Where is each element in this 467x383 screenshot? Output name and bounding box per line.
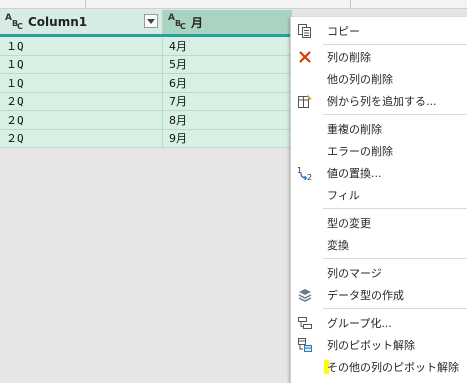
table-row: １Q 5月 (0, 55, 292, 74)
table-cell[interactable]: ２Q (0, 129, 163, 148)
table-row: ２Q 8月 (0, 111, 292, 130)
column-header-label: 月 (191, 15, 204, 30)
column-header-month[interactable]: ABC 月 (163, 10, 292, 34)
menu-item-label: 型の変更 (327, 217, 371, 230)
menu-item-change-type[interactable]: 型の変更 (291, 213, 467, 233)
copy-icon (297, 23, 313, 39)
table-row: １Q 6月 (0, 74, 292, 93)
table-cell[interactable]: 8月 (163, 111, 292, 130)
menu-item-unpivot-columns[interactable]: 列のピボット解除 (291, 335, 467, 355)
table-cell[interactable]: １Q (0, 37, 163, 56)
menu-separator (323, 308, 467, 309)
menu-item-label: その他の列のピボット解除 (327, 361, 459, 374)
table-row: １Q 4月 (0, 37, 292, 56)
menu-separator (323, 208, 467, 209)
menu-item-unpivot-other-columns[interactable]: その他の列のピボット解除 (291, 357, 467, 377)
text-type-icon[interactable]: ABC (167, 12, 187, 32)
table-cell[interactable]: 5月 (163, 55, 292, 74)
table-cell[interactable]: 9月 (163, 129, 292, 148)
column-from-examples-icon (297, 93, 313, 109)
column-header-column1[interactable]: ABC Column1 (0, 10, 163, 34)
menu-item-label: 列の削除 (327, 51, 371, 64)
menu-item-label: 他の列の削除 (327, 73, 393, 86)
data-type-icon (297, 287, 313, 303)
table-cell[interactable]: 4月 (163, 37, 292, 56)
divider (85, 0, 86, 8)
menu-separator (323, 44, 467, 45)
menu-item-transform[interactable]: 変換 (291, 235, 467, 255)
divider (350, 0, 351, 8)
svg-text:2: 2 (307, 173, 312, 181)
menu-item-label: 列のピボット解除 (327, 339, 415, 352)
table-cell[interactable]: １Q (0, 55, 163, 74)
menu-item-merge-columns[interactable]: 列のマージ (291, 263, 467, 283)
menu-item-copy[interactable]: コピー (291, 21, 467, 41)
menu-item-label: グループ化... (327, 317, 392, 330)
column-filter-dropdown-button[interactable] (144, 14, 158, 28)
unpivot-icon (297, 337, 313, 353)
menu-item-fill[interactable]: フィル (291, 185, 467, 205)
table-row: ２Q 7月 (0, 92, 292, 111)
menu-item-create-data-type[interactable]: データ型の作成 (291, 285, 467, 305)
menu-item-label: 列のマージ (327, 267, 382, 280)
chevron-down-icon (147, 18, 155, 24)
menu-item-remove-other-columns[interactable]: 他の列の削除 (291, 69, 467, 89)
column-header-label: Column1 (28, 15, 88, 29)
table-cell[interactable]: 6月 (163, 74, 292, 93)
table-cell[interactable]: ２Q (0, 92, 163, 111)
menu-item-label: エラーの削除 (327, 145, 393, 158)
menu-item-remove-errors[interactable]: エラーの削除 (291, 141, 467, 161)
replace-values-icon: 12 (297, 165, 313, 182)
menu-item-remove-column[interactable]: 列の削除 (291, 47, 467, 67)
menu-item-label: フィル (327, 189, 360, 202)
menu-item-label: 値の置換... (327, 167, 382, 180)
menu-item-label: データ型の作成 (327, 289, 404, 302)
table-row: ２Q 9月 (0, 129, 292, 148)
table-cell[interactable]: 7月 (163, 92, 292, 111)
menu-item-label: 変換 (327, 239, 349, 252)
menu-item-group-by[interactable]: グループ化... (291, 313, 467, 333)
menu-separator (323, 258, 467, 259)
text-type-icon[interactable]: ABC (4, 12, 24, 32)
menu-item-replace-values[interactable]: 12 値の置換... (291, 163, 467, 183)
menu-item-label: コピー (327, 25, 360, 38)
table-cell[interactable]: ２Q (0, 111, 163, 130)
group-by-icon (297, 315, 313, 331)
menu-separator (323, 114, 467, 115)
formula-bar-strip (0, 0, 467, 9)
delete-x-icon (297, 49, 313, 65)
menu-item-label: 例から列を追加する... (327, 95, 437, 108)
menu-item-column-from-examples[interactable]: 例から列を追加する... (291, 91, 467, 111)
menu-item-remove-duplicates[interactable]: 重複の削除 (291, 119, 467, 139)
context-menu: コピー 列の削除 他の列の削除 例から列を追加する... 重複の削除 エラーの削… (290, 17, 467, 383)
table-cell[interactable]: １Q (0, 74, 163, 93)
data-grid: ABC Column1 ABC 月 １Q 4月 １Q 5月 １Q 6月 ２Q 7… (0, 10, 292, 148)
column-header-row: ABC Column1 ABC 月 (0, 10, 292, 37)
menu-item-label: 重複の削除 (327, 123, 382, 136)
